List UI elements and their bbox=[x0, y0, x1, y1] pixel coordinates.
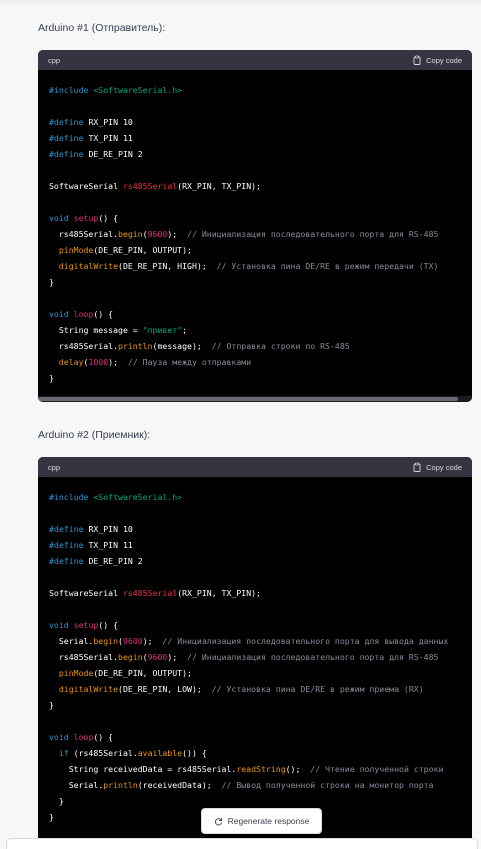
message-input[interactable] bbox=[6, 838, 478, 849]
code-line: pinMode(DE_RE_PIN, OUTPUT); bbox=[58, 668, 192, 678]
code-line: #include <SoftwareSerial.h> bbox=[49, 492, 183, 502]
code-line: delay(1000); // Пауза между отправками bbox=[58, 357, 252, 367]
code-line: #define RX_PIN 10 bbox=[49, 524, 133, 534]
code-line: SoftwareSerial rs485Serial(RX_PIN, TX_PI… bbox=[49, 588, 261, 598]
code-block-header: cpp Copy code bbox=[38, 457, 472, 477]
copy-code-button[interactable]: Copy code bbox=[412, 55, 462, 65]
copy-code-label: Copy code bbox=[426, 462, 462, 472]
clipboard-icon bbox=[413, 55, 421, 65]
code-line: #include <SoftwareSerial.h> bbox=[49, 85, 183, 95]
code-line: } bbox=[49, 812, 54, 822]
code-line: void loop() { bbox=[49, 309, 114, 319]
code-block-receiver: cpp Copy code #include <SoftwareSerial.h… bbox=[38, 457, 472, 838]
code-line: #define DE_RE_PIN 2 bbox=[49, 149, 143, 159]
code-line: #define DE_RE_PIN 2 bbox=[49, 556, 143, 566]
code-line: } bbox=[49, 277, 54, 287]
code-line: SoftwareSerial rs485Serial(RX_PIN, TX_PI… bbox=[49, 181, 261, 191]
regenerate-label: Regenerate response bbox=[227, 816, 310, 826]
code-line: String message = "привет"; bbox=[49, 325, 188, 335]
clipboard-icon bbox=[413, 462, 421, 472]
code-block-sender: cpp Copy code #include <SoftwareSerial.h… bbox=[38, 50, 472, 402]
code-line: Serial.begin(9600); // Инициализация пос… bbox=[49, 636, 449, 646]
code-language: cpp bbox=[48, 462, 61, 472]
code-line: #define RX_PIN 10 bbox=[49, 117, 133, 127]
code-line: if (rs485Serial.available()) { bbox=[58, 748, 207, 758]
code-line: } bbox=[49, 373, 54, 383]
refresh-icon bbox=[214, 817, 222, 825]
code-block-header: cpp Copy code bbox=[38, 50, 472, 70]
code-line: rs485Serial.begin(9600); // Инициализаци… bbox=[49, 652, 439, 662]
code-line: String receivedData = rs485Serial.readSt… bbox=[49, 764, 444, 774]
code-line: #define TX_PIN 11 bbox=[49, 540, 133, 550]
code-line: pinMode(DE_RE_PIN, OUTPUT); bbox=[58, 245, 192, 255]
top-edge bbox=[0, 0, 481, 6]
code-line: void loop() { bbox=[49, 732, 114, 742]
code-line: Serial.println(receivedData); // Вывод п… bbox=[49, 780, 434, 790]
code-line: void setup() { bbox=[49, 213, 119, 223]
code-line: void setup() { bbox=[49, 620, 119, 630]
code-line: } bbox=[49, 796, 64, 806]
code-line: rs485Serial.println(message); // Отправк… bbox=[49, 341, 350, 351]
receiver-label: Arduino #2 (Приемник): bbox=[38, 429, 151, 441]
scrollbar-thumb[interactable] bbox=[38, 397, 458, 401]
code-line: digitalWrite(DE_RE_PIN, LOW); // Установ… bbox=[58, 684, 424, 694]
horizontal-scrollbar[interactable] bbox=[38, 396, 472, 402]
code-language: cpp bbox=[48, 55, 61, 65]
sender-label: Arduino #1 (Отправитель): bbox=[38, 22, 166, 34]
code-line: digitalWrite(DE_RE_PIN, HIGH); // Устано… bbox=[58, 261, 439, 271]
regenerate-response-button[interactable]: Regenerate response bbox=[201, 808, 322, 834]
code-line: rs485Serial.begin(9600); // Инициализаци… bbox=[49, 229, 439, 239]
copy-code-label: Copy code bbox=[426, 55, 462, 65]
code-line: } bbox=[49, 700, 54, 710]
copy-code-button[interactable]: Copy code bbox=[412, 462, 462, 472]
code-line: #define TX_PIN 11 bbox=[49, 133, 133, 143]
